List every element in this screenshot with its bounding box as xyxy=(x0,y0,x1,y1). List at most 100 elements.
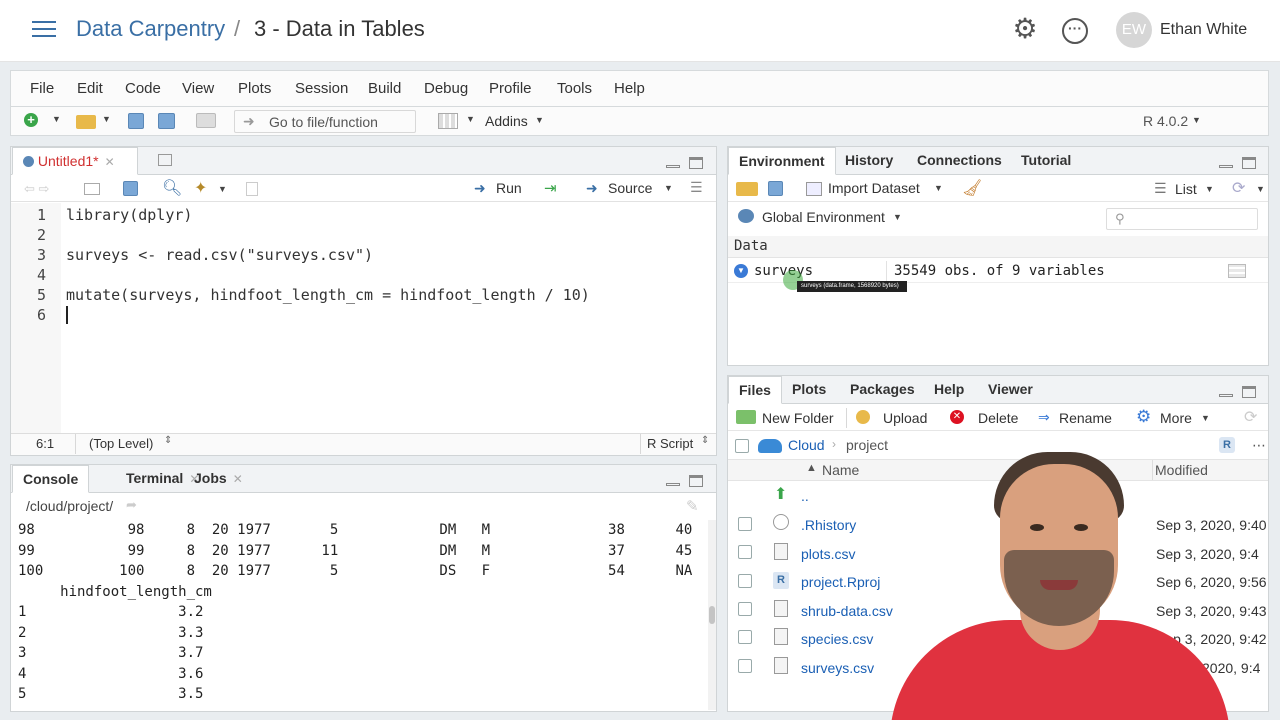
file-type-selector[interactable]: R Script xyxy=(647,436,693,451)
file-checkbox[interactable] xyxy=(738,574,752,588)
refresh-env-icon[interactable]: ⟳ xyxy=(1232,178,1245,198)
new-folder-icon[interactable] xyxy=(736,410,756,424)
menu-session[interactable]: Session xyxy=(295,80,348,97)
addins-dropdown-icon[interactable]: ▼ xyxy=(535,115,544,125)
console-minimize-icon[interactable] xyxy=(666,475,680,487)
menu-file[interactable]: File xyxy=(30,80,54,97)
save-icon[interactable] xyxy=(128,113,144,129)
console-maximize-icon[interactable] xyxy=(689,475,703,487)
r-version-dropdown-icon[interactable]: ▼ xyxy=(1192,115,1201,125)
save-workspace-icon[interactable] xyxy=(768,181,783,196)
tab-viewer[interactable]: Viewer xyxy=(978,376,1043,404)
env-maximize-icon[interactable] xyxy=(1242,157,1256,169)
menu-view[interactable]: View xyxy=(182,80,214,97)
clear-console-icon[interactable]: ✎ xyxy=(686,497,699,515)
save-all-icon[interactable] xyxy=(158,113,175,129)
files-minimize-icon[interactable] xyxy=(1219,386,1233,398)
rerun-icon[interactable]: ⇥ xyxy=(544,179,557,197)
upload-button[interactable]: Upload xyxy=(883,410,927,426)
file-name-shrub-data[interactable]: shrub-data.csv xyxy=(801,603,893,619)
file-name-rproj[interactable]: project.Rproj xyxy=(801,574,880,590)
run-button[interactable]: ➜ Run xyxy=(470,179,526,199)
hamburger-menu-icon[interactable] xyxy=(32,20,56,38)
open-folder-icon[interactable] xyxy=(76,115,96,129)
menu-code[interactable]: Code xyxy=(125,80,161,97)
sort-ascending-icon[interactable]: ▲ xyxy=(806,462,817,474)
code-editor-area[interactable] xyxy=(62,203,716,433)
r-version-selector[interactable]: R 4.0.2 xyxy=(1143,113,1188,129)
goto-file-input[interactable]: ➜ Go to file/function xyxy=(234,110,416,133)
more-button[interactable]: More xyxy=(1160,410,1192,426)
breadcrumb-more-icon[interactable]: ⋯ xyxy=(1252,437,1266,454)
tab-environment[interactable]: Environment xyxy=(728,147,836,175)
compile-report-icon[interactable] xyxy=(246,182,258,196)
tab-jobs[interactable]: Jobs ✕ xyxy=(184,465,253,493)
tab-connections[interactable]: Connections xyxy=(907,147,1012,175)
env-search-input[interactable]: ⚲ xyxy=(1106,208,1258,230)
open-dropdown-icon[interactable]: ▼ xyxy=(102,114,111,124)
file-name-species[interactable]: species.csv xyxy=(801,631,873,647)
rename-button[interactable]: Rename xyxy=(1059,410,1112,426)
tab-packages[interactable]: Packages xyxy=(840,376,925,404)
file-name-rhistory[interactable]: .Rhistory xyxy=(801,517,856,533)
more-gear-icon[interactable]: ⚙ xyxy=(1136,407,1151,427)
tab-history[interactable]: History xyxy=(835,147,903,175)
code-tools-wand-icon[interactable]: ✦ xyxy=(194,178,207,198)
tab-console[interactable]: Console xyxy=(12,465,90,493)
view-data-grid-icon[interactable] xyxy=(1228,264,1246,278)
refresh-files-icon[interactable]: ⟳ xyxy=(1244,407,1257,427)
tab-surveys-viewer[interactable]: surveys✕ xyxy=(148,147,244,194)
delete-icon[interactable]: ✕ xyxy=(950,410,964,424)
file-checkbox[interactable] xyxy=(738,545,752,559)
file-name-surveys[interactable]: surveys.csv xyxy=(801,660,874,676)
user-avatar[interactable]: EW xyxy=(1116,12,1152,48)
grid-dropdown-icon[interactable]: ▼ xyxy=(466,114,475,124)
tab-tutorial[interactable]: Tutorial xyxy=(1011,147,1081,175)
settings-gear-icon[interactable]: ⚙ xyxy=(1012,15,1038,43)
file-checkbox[interactable] xyxy=(738,659,752,673)
parent-dir-link[interactable]: .. xyxy=(801,488,809,504)
close-tab-icon[interactable]: ✕ xyxy=(233,472,243,486)
show-in-window-icon[interactable] xyxy=(84,183,100,195)
global-environment-selector[interactable]: Global Environment xyxy=(762,209,885,225)
delete-button[interactable]: Delete xyxy=(978,410,1018,426)
select-all-checkbox[interactable] xyxy=(735,439,749,453)
addins-menu[interactable]: Addins xyxy=(485,113,528,129)
find-replace-icon[interactable]: 🔍︎ xyxy=(162,178,182,198)
back-arrow-icon[interactable]: ⇦ ⇨ xyxy=(24,181,49,197)
print-icon[interactable] xyxy=(196,113,216,128)
file-checkbox[interactable] xyxy=(738,630,752,644)
file-name-plots[interactable]: plots.csv xyxy=(801,546,855,562)
tab-untitled1[interactable]: Untitled1* ✕ xyxy=(12,147,138,175)
console-scroll-thumb[interactable] xyxy=(709,606,715,624)
tab-files[interactable]: Files xyxy=(728,376,782,404)
breadcrumb-cloud[interactable]: Cloud xyxy=(788,437,825,453)
load-workspace-icon[interactable] xyxy=(736,182,758,196)
grid-layout-icon[interactable] xyxy=(438,113,458,129)
file-checkbox[interactable] xyxy=(738,517,752,531)
expand-object-icon[interactable]: ▼ xyxy=(734,264,748,278)
menu-edit[interactable]: Edit xyxy=(77,80,103,97)
import-dataset-button[interactable]: Import Dataset ▼ xyxy=(804,179,944,199)
tab-help[interactable]: Help xyxy=(924,376,974,404)
workspace-link[interactable]: Data Carpentry xyxy=(76,16,225,42)
new-file-icon[interactable]: + xyxy=(24,113,38,127)
menu-tools[interactable]: Tools xyxy=(557,80,592,97)
console-scrollbar[interactable] xyxy=(708,520,716,710)
menu-profile[interactable]: Profile xyxy=(489,80,532,97)
env-minimize-icon[interactable] xyxy=(1219,157,1233,169)
rename-icon[interactable]: ⇒ xyxy=(1038,409,1050,426)
scope-selector[interactable]: (Top Level) xyxy=(89,436,153,451)
close-tab-icon[interactable]: ✕ xyxy=(105,155,115,169)
files-maximize-icon[interactable] xyxy=(1242,386,1256,398)
menu-help[interactable]: Help xyxy=(614,80,645,97)
column-header-name[interactable]: Name xyxy=(822,462,859,478)
editor-minimize-icon[interactable] xyxy=(666,157,680,169)
parent-dir-up-icon[interactable]: ⬆ xyxy=(774,484,787,504)
editor-maximize-icon[interactable] xyxy=(689,157,703,169)
menu-plots[interactable]: Plots xyxy=(238,80,271,97)
code-tools-dropdown-icon[interactable]: ▼ xyxy=(218,184,227,194)
menu-build[interactable]: Build xyxy=(368,80,401,97)
clear-workspace-broom-icon[interactable]: 🧹︎ xyxy=(962,178,982,198)
breadcrumb-project[interactable]: project xyxy=(846,437,888,453)
